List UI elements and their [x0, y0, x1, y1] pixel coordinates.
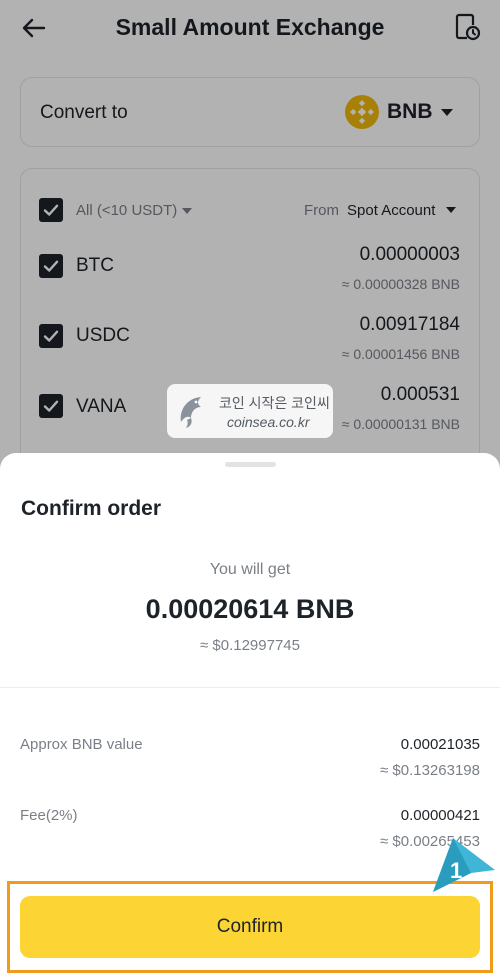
page: Small Amount Exchange Convert to BNB All…	[0, 0, 500, 979]
confirm-button[interactable]: Confirm	[20, 896, 480, 958]
drag-handle[interactable]	[225, 462, 276, 467]
watermark-korean: 코인 시작은 코인씨	[219, 395, 330, 411]
step-number: 1	[450, 858, 463, 883]
you-will-get-label: You will get	[209, 561, 291, 578]
watermark: 코인 시작은 코인씨 coinsea.co.kr	[167, 384, 333, 438]
receive-usd-value: ≈ $0.12997745	[200, 637, 300, 654]
receive-amount: 0.00020614 BNB	[145, 594, 355, 624]
sheet-title: Confirm order	[21, 497, 162, 520]
watermark-site: coinsea.co.kr	[227, 414, 310, 430]
pointer-arrow-icon	[431, 832, 497, 896]
fee-value: 0.00000421	[400, 807, 480, 824]
divider	[0, 687, 500, 688]
fee-label: Fee(2%)	[20, 807, 78, 824]
approx-bnb-value: 0.00021035	[400, 736, 480, 753]
approx-usd-value: ≈ $0.13263198	[380, 762, 480, 779]
dolphin-logo-icon	[175, 392, 211, 430]
approx-bnb-label: Approx BNB value	[20, 736, 143, 753]
